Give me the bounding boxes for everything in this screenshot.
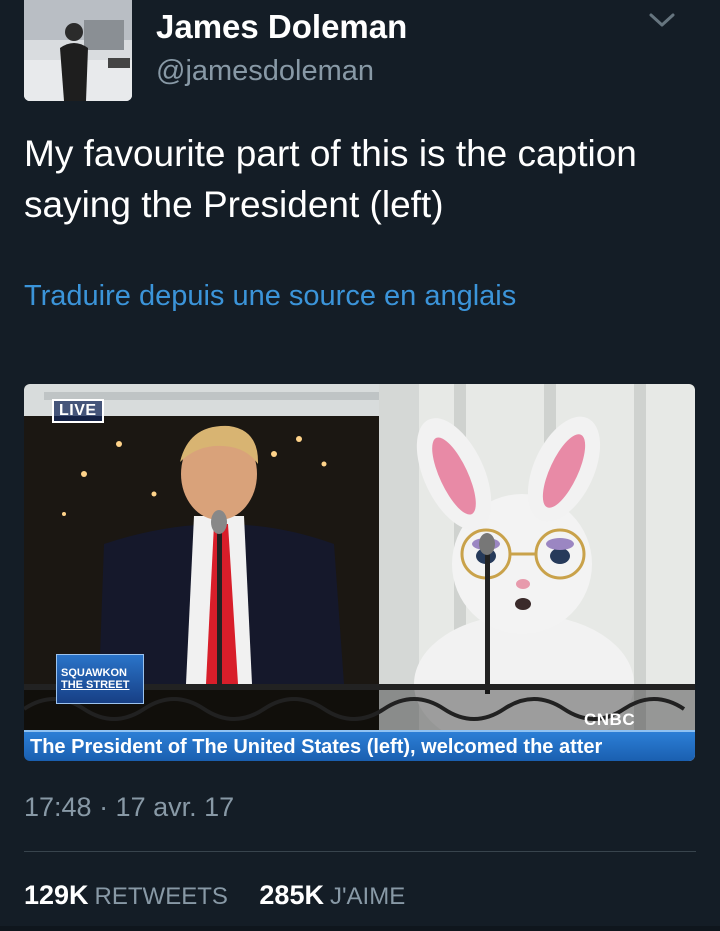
retweets-label: RETWEETS <box>94 883 228 910</box>
display-name[interactable]: James Doleman <box>156 8 407 46</box>
network-logo: CNBC <box>584 710 636 729</box>
avatar-photo <box>24 0 132 101</box>
show-logo-line2: THE STREET <box>61 679 130 691</box>
live-badge: LIVE <box>52 399 104 423</box>
user-handle[interactable]: @jamesdoleman <box>156 55 374 88</box>
retweets-stat[interactable]: 129K RETWEETS <box>24 880 259 910</box>
chevron-down-icon[interactable] <box>648 10 676 30</box>
retweets-count: 129K <box>24 880 89 910</box>
show-logo: SQUAWKON THE STREET <box>56 654 144 704</box>
media-scene <box>24 384 695 761</box>
bottom-divider <box>0 926 720 931</box>
tweet-media[interactable]: LIVE SQUAWKON THE STREET CNBC The Presid… <box>24 384 695 761</box>
avatar[interactable] <box>24 0 132 101</box>
tweet-timestamp: 17:48 · 17 avr. 17 <box>24 792 235 822</box>
likes-count: 285K <box>259 880 324 910</box>
chyron-caption: The President of The United States (left… <box>30 736 603 758</box>
tweet-stats: 129K RETWEETS 285K J'AIME <box>24 880 429 911</box>
show-logo-line1: SQUAWKON <box>61 667 127 679</box>
translate-link[interactable]: Traduire depuis une source en anglais <box>24 280 516 313</box>
likes-stat[interactable]: 285K J'AIME <box>259 880 429 910</box>
likes-label: J'AIME <box>329 883 406 910</box>
divider <box>24 851 696 852</box>
news-chyron: The President of The United States (left… <box>24 730 695 761</box>
tweet-text: My favourite part of this is the caption… <box>24 133 637 225</box>
